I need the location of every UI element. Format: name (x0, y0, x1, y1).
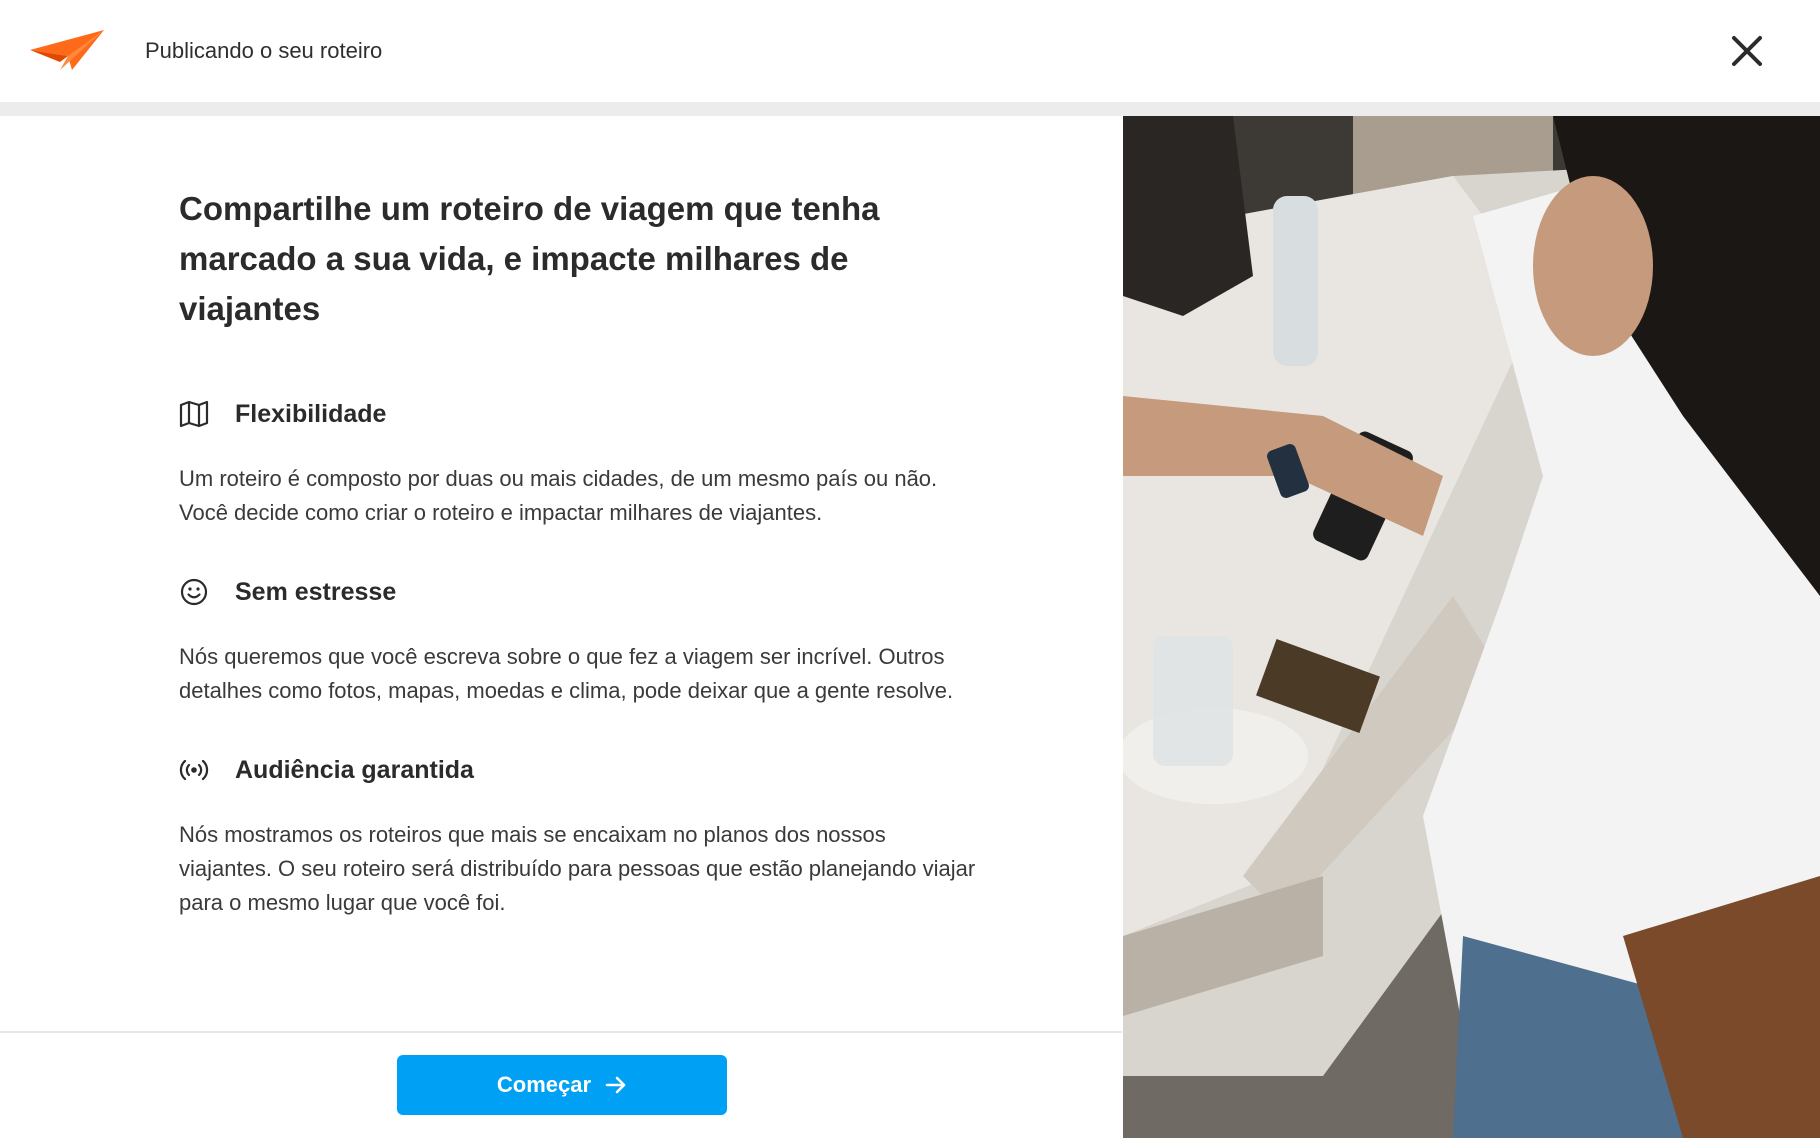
feature-header: Audiência garantida (179, 752, 979, 788)
top-bar: Publicando o seu roteiro (0, 0, 1820, 102)
feature-description: Nós mostramos os roteiros que mais se en… (179, 822, 976, 915)
headline: Compartilhe um roteiro de viagem que ten… (179, 190, 880, 327)
close-icon[interactable] (1728, 32, 1766, 70)
feature-description: Um roteiro é composto por duas ou mais c… (179, 466, 938, 525)
feature-description: Nós queremos que você escreva sobre o qu… (179, 644, 954, 703)
feature-header: Flexibilidade (179, 396, 979, 432)
map-icon (179, 399, 209, 429)
feature-audience: Audiência garantida Nós mostramos os rot… (179, 752, 979, 920)
footer-divider (0, 1031, 1122, 1033)
feature-title: Flexibilidade (235, 399, 387, 428)
feature-title: Sem estresse (235, 577, 397, 606)
paper-plane-logo-icon (30, 30, 104, 70)
broadcast-icon (179, 755, 209, 785)
feature-flexibility: Flexibilidade Um roteiro é composto por … (179, 396, 979, 530)
arrow-right-icon (605, 1076, 626, 1094)
page-title: Publicando o seu roteiro (145, 38, 383, 63)
hero-photo (1123, 116, 1820, 1138)
smile-icon (179, 577, 209, 607)
feature-no-stress: Sem estresse Nós queremos que você escre… (179, 574, 979, 708)
start-button-label: Começar (496, 1072, 592, 1097)
header-divider (0, 102, 1820, 116)
people-at-table-image (1123, 116, 1820, 1138)
feature-header: Sem estresse (179, 574, 979, 610)
start-button[interactable]: Começar (397, 1055, 727, 1115)
content-panel: Compartilhe um roteiro de viagem que ten… (0, 116, 1122, 1138)
feature-title: Audiência garantida (235, 755, 474, 784)
